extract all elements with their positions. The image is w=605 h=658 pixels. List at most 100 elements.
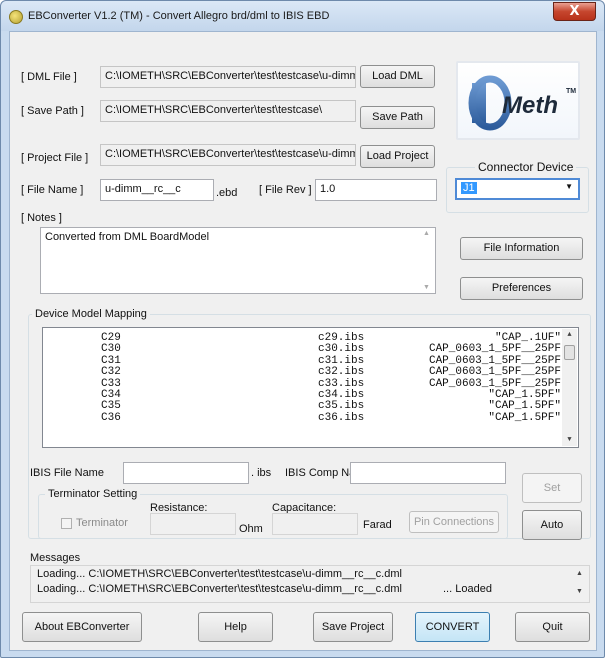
svg-text:TM: TM	[566, 88, 576, 95]
client-area: [ DML File ] C:\IOMETH\SRC\EBConverter\t…	[9, 31, 597, 651]
resistance-input[interactable]	[150, 513, 236, 535]
logo-brand-text: Meth	[502, 92, 558, 119]
mapping-ibs-file: c30.ibs	[318, 343, 365, 356]
mapping-row[interactable]: C32 c32.ibs CAP_0603_1_5PF__25PF	[43, 367, 561, 378]
message-line-1: Loading... C:\IOMETH\SRC\EBConverter\tes…	[37, 568, 402, 580]
mapping-scrollbar[interactable]: ▲ ▼	[562, 329, 577, 446]
ibs-extension-label: . ibs	[251, 467, 272, 479]
mapping-row[interactable]: C29 c29.ibs "CAP_.1UF"	[43, 333, 561, 344]
chevron-down-icon: ▼	[565, 182, 573, 191]
set-button[interactable]: Set	[522, 473, 582, 503]
mapping-device: C31	[101, 354, 121, 367]
about-ebconverter-button[interactable]: About EBConverter	[22, 612, 142, 642]
file-name-input[interactable]: u-dimm__rc__c	[100, 179, 214, 201]
auto-button[interactable]: Auto	[522, 510, 582, 540]
terminator-checkbox[interactable]	[61, 518, 72, 529]
mapping-device: C29	[101, 332, 121, 344]
scroll-down-icon[interactable]: ▼	[576, 588, 583, 595]
project-file-field[interactable]: C:\IOMETH\SRC\EBConverter\test\testcase\…	[100, 144, 356, 166]
mapping-ibs-file: c32.ibs	[318, 366, 365, 379]
notes-text: Converted from DML BoardModel	[45, 231, 210, 243]
load-dml-button[interactable]: Load DML	[360, 65, 435, 88]
mapping-ibs-file: c33.ibs	[318, 377, 365, 390]
app-window: EBConverter V1.2 (TM) - Convert Allegro …	[0, 0, 605, 658]
ibis-file-name-input[interactable]	[123, 462, 249, 484]
help-button[interactable]: Help	[198, 612, 273, 642]
mapping-row[interactable]: C35 c35.ibs "CAP_1.5PF"	[43, 401, 561, 412]
mapping-ibs-file: c29.ibs	[318, 332, 365, 344]
save-path-label: [ Save Path ]	[21, 105, 84, 117]
mapping-device: C30	[101, 343, 121, 356]
file-rev-label: [ File Rev ]	[259, 184, 312, 196]
mapping-model: CAP_0603_1_5PF__25PF	[428, 354, 561, 367]
mapping-device: C32	[101, 366, 121, 379]
dml-file-label: [ DML File ]	[21, 71, 77, 83]
convert-button[interactable]: CONVERT	[415, 612, 490, 642]
scroll-down-icon[interactable]: ▼	[419, 284, 434, 291]
mapping-device: C36	[101, 411, 121, 424]
mapping-model: "CAP_1.5PF"	[488, 400, 561, 413]
iometh-logo: Meth TM	[456, 61, 580, 140]
app-icon	[9, 10, 23, 24]
mapping-row[interactable]: C30 c30.ibs CAP_0603_1_5PF__25PF	[43, 344, 561, 355]
project-file-label: [ Project File ]	[21, 152, 89, 164]
mapping-ibs-file: c35.ibs	[318, 400, 365, 413]
ebd-extension-label: .ebd	[216, 187, 238, 199]
scroll-down-icon[interactable]: ▼	[562, 436, 577, 444]
mapping-model: "CAP_1.5PF"	[488, 389, 561, 401]
preferences-button[interactable]: Preferences	[460, 277, 583, 300]
scroll-thumb[interactable]	[564, 345, 575, 360]
pin-connections-button[interactable]: Pin Connections	[409, 511, 499, 533]
mapping-model: "CAP_1.5PF"	[488, 411, 561, 424]
mapping-device: C35	[101, 400, 121, 413]
save-project-button[interactable]: Save Project	[313, 612, 393, 642]
mapping-ibs-file: c31.ibs	[318, 354, 365, 367]
file-name-label: [ File Name ]	[21, 184, 84, 196]
farad-unit-label: Farad	[363, 519, 392, 531]
message-line-2: Loading... C:\IOMETH\SRC\EBConverter\tes…	[37, 583, 402, 595]
dml-file-field[interactable]: C:\IOMETH\SRC\EBConverter\test\testcase\…	[100, 66, 356, 88]
terminator-setting-title: Terminator Setting	[45, 488, 141, 500]
mapping-row[interactable]: C33 c33.ibs CAP_0603_1_5PF__25PF	[43, 377, 561, 390]
connector-device-label: Connector Device	[475, 160, 577, 174]
mapping-device: C33	[101, 377, 121, 390]
mapping-model: "CAP_.1UF"	[494, 332, 561, 344]
ibis-comp-name-input[interactable]	[350, 462, 506, 484]
mapping-model: CAP_0603_1_5PF__25PF	[428, 366, 561, 379]
mapping-row[interactable]: C31 c31.ibs CAP_0603_1_5PF__25PF	[43, 354, 561, 367]
messages-box[interactable]: Loading... C:\IOMETH\SRC\EBConverter\tes…	[30, 565, 590, 603]
mapping-row[interactable]: C36 c36.ibs "CAP_1.5PF"	[43, 411, 561, 424]
load-project-button[interactable]: Load Project	[360, 145, 435, 168]
mapping-row[interactable]: C34 c34.ibs "CAP_1.5PF"	[43, 390, 561, 401]
notes-label: [ Notes ]	[21, 212, 62, 224]
save-path-field[interactable]: C:\IOMETH\SRC\EBConverter\test\testcase\	[100, 100, 356, 122]
quit-button[interactable]: Quit	[515, 612, 590, 642]
window-title: EBConverter V1.2 (TM) - Convert Allegro …	[28, 10, 330, 22]
close-button[interactable]: X	[553, 2, 596, 21]
capacitance-input[interactable]	[272, 513, 358, 535]
device-model-mapping-title: Device Model Mapping	[32, 308, 150, 320]
ohm-unit-label: Ohm	[239, 523, 263, 535]
mapping-device: C34	[101, 389, 121, 401]
save-path-button[interactable]: Save Path	[360, 106, 435, 129]
file-rev-input[interactable]: 1.0	[315, 179, 437, 201]
connector-device-select[interactable]: J1 ▼	[455, 178, 580, 200]
terminator-checkbox-label: Terminator	[76, 517, 128, 529]
device-mapping-list[interactable]: C29 c29.ibs "CAP_.1UF" C30 c30.ibs CAP_0603_1…	[42, 327, 579, 448]
ibis-file-name-label: IBIS File Name	[30, 467, 104, 479]
notes-scrollbar[interactable]: ▲ ▼	[419, 229, 434, 292]
scroll-up-icon[interactable]: ▲	[562, 331, 577, 339]
message-line-2-status: ... Loaded	[443, 583, 492, 595]
messages-title: Messages	[30, 552, 81, 564]
mapping-ibs-file: c36.ibs	[318, 411, 365, 424]
connector-device-value: J1	[461, 182, 477, 194]
mapping-model: CAP_0603_1_5PF__25PF	[428, 343, 561, 356]
scroll-up-icon[interactable]: ▲	[576, 570, 583, 577]
scroll-up-icon[interactable]: ▲	[419, 230, 434, 237]
mapping-model: CAP_0603_1_5PF__25PF	[428, 377, 561, 390]
notes-textarea[interactable]: Converted from DML BoardModel ▲ ▼	[40, 227, 436, 294]
mapping-ibs-file: c34.ibs	[318, 389, 365, 401]
iometh-logo-graphic: Meth TM	[468, 75, 576, 131]
title-bar[interactable]: EBConverter V1.2 (TM) - Convert Allegro …	[1, 1, 604, 31]
file-information-button[interactable]: File Information	[460, 237, 583, 260]
